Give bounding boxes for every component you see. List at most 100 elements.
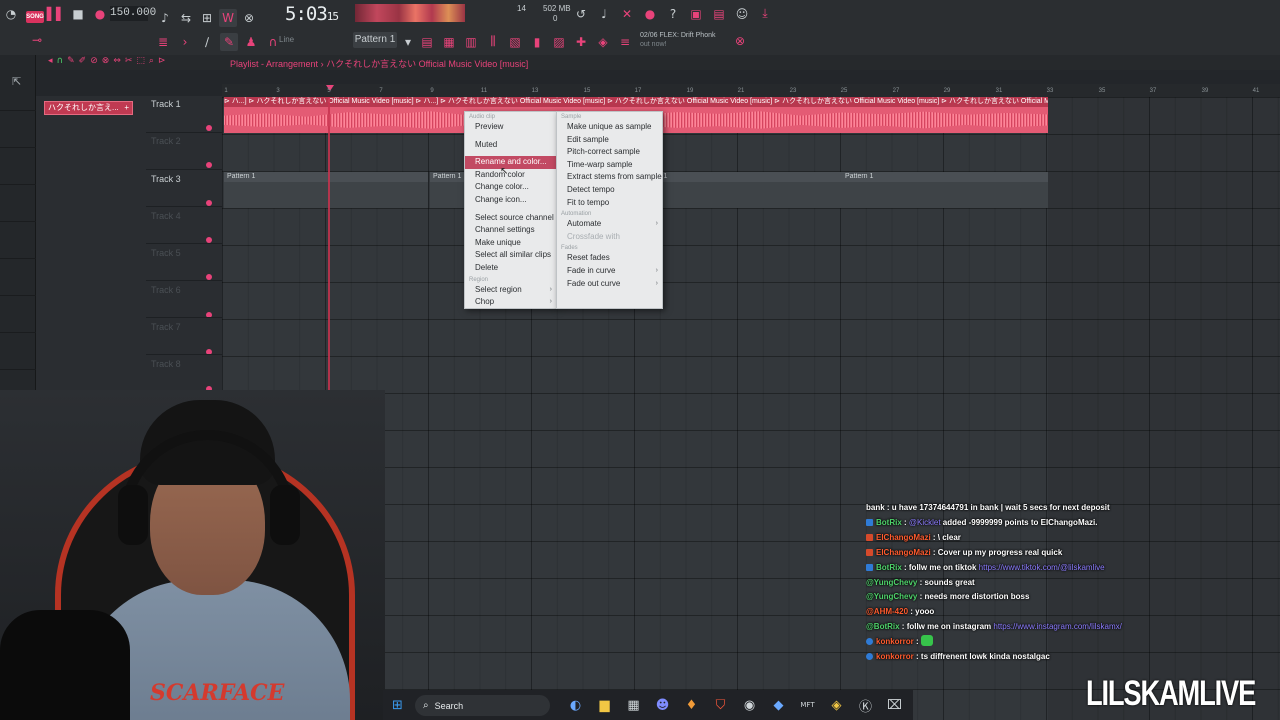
piano-roll-icon[interactable]: ▦ xyxy=(440,33,458,51)
wait-icon[interactable]: W xyxy=(219,8,237,27)
menu-item-make-unique-sample[interactable]: Make unique as sample xyxy=(557,121,662,134)
taskbar-search[interactable]: ⌕ Search xyxy=(415,695,550,716)
brave-icon[interactable]: ⛉ xyxy=(706,690,735,720)
brush-icon[interactable]: ✐ xyxy=(79,56,87,66)
chat-icon[interactable]: ☺ xyxy=(733,5,751,23)
tune-icon[interactable]: ♩ xyxy=(595,5,613,23)
menu-item-automate[interactable]: Automate › xyxy=(557,218,662,231)
chat-link[interactable]: https://www.tiktok.com/@lilskamlive xyxy=(979,563,1105,572)
discord-icon[interactable]: ☻ xyxy=(648,690,677,720)
store-icon[interactable]: ▦ xyxy=(619,690,648,720)
plugin-icon[interactable]: ▤ xyxy=(710,5,728,23)
add-pattern-icon[interactable]: + xyxy=(124,102,129,114)
select-tool-icon[interactable]: ⬚ xyxy=(136,56,145,66)
save-icon[interactable]: ▣ xyxy=(687,5,705,23)
minimize-icon[interactable]: ⊸ xyxy=(28,31,46,49)
timeline-ruler[interactable]: 1 3 5 7 9 11 13 15 17 19 21 23 25 27 29 … xyxy=(222,84,1280,97)
countdown-icon[interactable]: ⊗ xyxy=(240,9,258,27)
stamp-icon[interactable]: ♟ xyxy=(242,33,260,51)
undo-icon[interactable]: ↺ xyxy=(572,5,590,23)
menu-item-fade-out[interactable]: Fade out curve › xyxy=(557,278,662,291)
menu-item-detect-tempo[interactable]: Detect tempo xyxy=(557,184,662,197)
menu-item-change-icon[interactable]: Change icon... xyxy=(465,194,556,207)
mic-icon[interactable]: ● xyxy=(641,5,659,23)
menu-item-pitch-correct[interactable]: Pitch-correct sample xyxy=(557,146,662,159)
fl-logo-icon[interactable]: ◔ xyxy=(2,5,20,23)
menu-item-fit-tempo[interactable]: Fit to tempo xyxy=(557,197,662,210)
menu-item-muted[interactable]: Muted xyxy=(465,139,556,152)
pattern-picker[interactable]: ハクそれしか言え... + xyxy=(44,101,133,115)
track-label-2[interactable]: Track 2 xyxy=(151,136,181,146)
download-icon[interactable]: ⤓ xyxy=(756,5,774,23)
app-icon[interactable]: MFT xyxy=(793,690,822,720)
arrow-left-icon[interactable]: ◂ xyxy=(48,56,53,66)
chat-mention[interactable]: @Kicklet xyxy=(909,518,941,527)
project-info-icon[interactable]: ◈ xyxy=(594,33,612,51)
menu-icon[interactable]: ≣ xyxy=(154,33,172,51)
track-label-1[interactable]: Track 1 xyxy=(151,99,181,109)
edison-icon[interactable]: ▨ xyxy=(550,33,568,51)
magnet-icon[interactable]: ∩ xyxy=(57,56,64,66)
menu-item-rename-color[interactable]: Rename and color... xyxy=(465,156,556,169)
help-icon[interactable]: ? xyxy=(664,5,682,23)
plugin-db-icon[interactable]: ▮ xyxy=(528,33,546,51)
mixer-toggle-icon[interactable]: ⫼ xyxy=(484,33,502,51)
channel-rack-icon[interactable]: ▥ xyxy=(462,33,480,51)
pattern-clip[interactable]: Pattern 1 xyxy=(842,172,1048,208)
track-label-3[interactable]: Track 3 xyxy=(151,174,181,184)
track-label-6[interactable]: Track 6 xyxy=(151,285,181,295)
track-label-8[interactable]: Track 8 xyxy=(151,359,181,369)
pencil-icon[interactable]: ✎ xyxy=(67,56,75,66)
track-2-dot[interactable] xyxy=(206,162,212,168)
menu-item-reset-fades[interactable]: Reset fades xyxy=(557,252,662,265)
record-icon[interactable]: ● xyxy=(91,5,109,23)
capcut-icon[interactable]: ⌧ xyxy=(880,690,909,720)
track-label-7[interactable]: Track 7 xyxy=(151,322,181,332)
browser-folder-icon[interactable]: ⇱ xyxy=(12,75,21,88)
pattern-selector[interactable]: Pattern 1 xyxy=(353,32,397,48)
menu-item-change-color[interactable]: Change color... xyxy=(465,181,556,194)
slice-tool-icon[interactable]: ✂ xyxy=(125,56,133,66)
play-tool-icon[interactable]: ⊳ xyxy=(158,56,166,66)
paint-icon[interactable]: ✎ xyxy=(220,32,238,51)
menu-item-select-similar[interactable]: Select all similar clips xyxy=(465,249,556,262)
menu-item-select-source-channel[interactable]: Select source channel › xyxy=(465,212,556,225)
mixer-icon[interactable]: ✕ xyxy=(618,5,636,23)
delete-tool-icon[interactable]: ⊘ xyxy=(90,56,98,66)
chat-link[interactable]: https://www.instagram.com/lilskamx/ xyxy=(993,622,1121,631)
metronome-icon[interactable]: ♪ xyxy=(156,9,174,27)
pattern-clip[interactable]: Pattern 1 xyxy=(224,172,428,208)
menu-item-extract-stems[interactable]: Extract stems from sample xyxy=(557,171,662,184)
menu-item-chop[interactable]: Chop › xyxy=(465,296,556,309)
news-icon[interactable]: ⊗ xyxy=(731,32,749,50)
copilot-icon[interactable]: ◐ xyxy=(561,690,590,720)
mute-tool-icon[interactable]: ⊗ xyxy=(102,56,110,66)
track-label-5[interactable]: Track 5 xyxy=(151,248,181,258)
pattern-dropdown-icon[interactable]: ▾ xyxy=(402,33,414,51)
forward-icon[interactable]: › xyxy=(176,33,194,51)
steam-icon[interactable]: ◆ xyxy=(764,690,793,720)
menu-item-time-warp[interactable]: Time-warp sample xyxy=(557,159,662,172)
slip-tool-icon[interactable]: ⇔ xyxy=(113,56,121,66)
menu-item-make-unique[interactable]: Make unique xyxy=(465,237,556,250)
tempo-display[interactable]: 150.000 xyxy=(110,6,156,21)
menu-item-preview[interactable]: Preview xyxy=(465,121,556,134)
song-mode-badge[interactable]: SONG xyxy=(26,11,44,23)
track-label-4[interactable]: Track 4 xyxy=(151,211,181,221)
playlist-icon[interactable]: ▤ xyxy=(418,33,436,51)
menu-item-channel-settings[interactable]: Channel settings xyxy=(465,224,556,237)
step-edit-icon[interactable]: ⊞ xyxy=(198,9,216,27)
fl-studio-icon[interactable]: ♦ xyxy=(677,690,706,720)
file-explorer-icon[interactable]: ▆ xyxy=(590,690,619,720)
zoom-tool-icon[interactable]: ⌕ xyxy=(149,56,154,66)
snap-mode-label[interactable]: Line xyxy=(279,35,294,44)
track-1-dot[interactable] xyxy=(206,125,212,131)
obs-icon[interactable]: ◉ xyxy=(735,690,764,720)
loop-record-icon[interactable]: ⇆ xyxy=(177,9,195,27)
menu-item-delete[interactable]: Delete xyxy=(465,262,556,275)
draw-icon[interactable]: ∕ xyxy=(198,33,216,51)
layers-icon[interactable]: ◈ xyxy=(822,690,851,720)
menu-item-edit-sample[interactable]: Edit sample xyxy=(557,134,662,147)
browser-icon[interactable]: ▧ xyxy=(506,33,524,51)
ak-icon[interactable]: Ⓚ xyxy=(851,690,880,720)
